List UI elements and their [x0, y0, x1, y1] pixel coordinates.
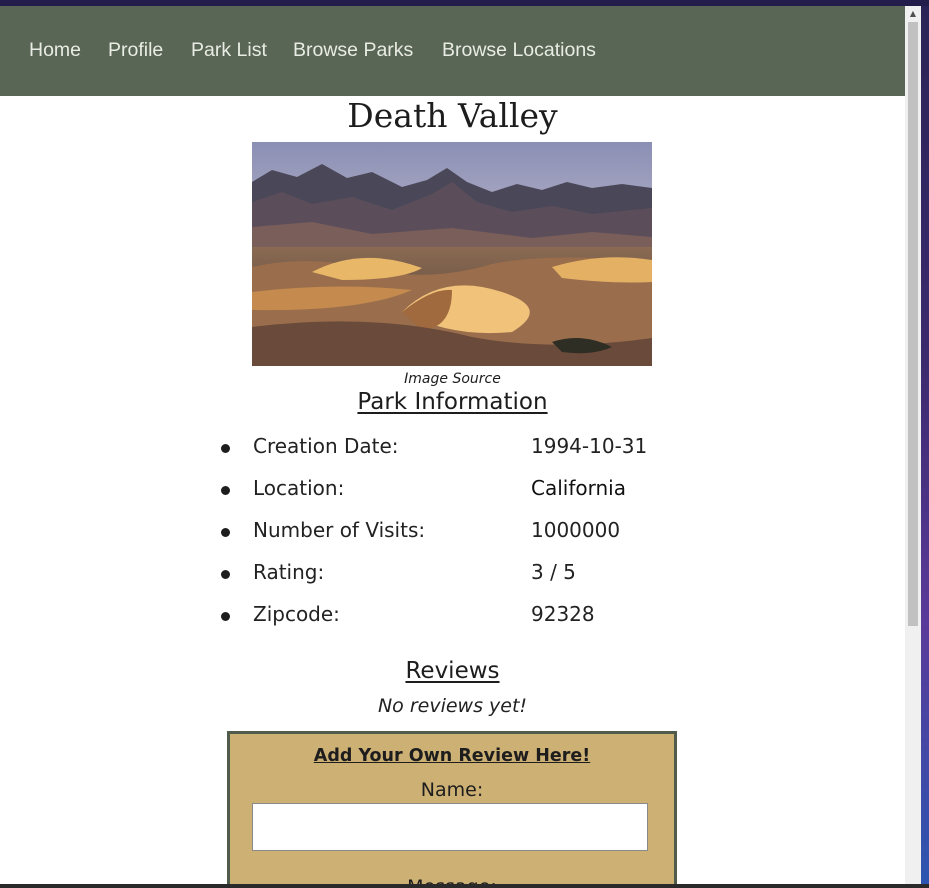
bullet-icon — [221, 612, 230, 621]
vertical-scrollbar[interactable]: ▲ — [905, 6, 921, 884]
info-row-creation-date: Creation Date: 1994-10-31 — [0, 434, 905, 464]
add-review-link[interactable]: Add Your Own Review Here! — [230, 746, 674, 766]
info-row-zipcode: Zipcode: 92328 — [0, 602, 905, 632]
info-row-rating: Rating: 3 / 5 — [0, 560, 905, 590]
reviews-heading: Reviews — [405, 658, 500, 684]
park-photo — [252, 142, 652, 366]
scrollbar-thumb[interactable] — [908, 22, 918, 626]
page-viewport: Home Profile Park List Browse Parks Brow… — [0, 6, 905, 884]
info-value: 3 / 5 — [531, 560, 576, 584]
bullet-icon — [221, 528, 230, 537]
review-form: Add Your Own Review Here! Name: Message: — [227, 731, 677, 884]
image-source-caption[interactable]: Image Source — [0, 371, 905, 387]
bullet-icon — [221, 486, 230, 495]
park-information-heading: Park Information — [357, 389, 548, 415]
info-row-visits: Number of Visits: 1000000 — [0, 518, 905, 548]
info-value: 92328 — [531, 602, 595, 626]
nav-link-park-list[interactable]: Park List — [191, 39, 267, 62]
nav-link-profile[interactable]: Profile — [108, 39, 163, 62]
page-title: Death Valley — [347, 96, 558, 135]
nav-link-browse-locations[interactable]: Browse Locations — [442, 39, 596, 62]
desktop-background-edge — [921, 6, 929, 888]
info-row-location: Location: California — [0, 476, 905, 506]
info-value-location-link[interactable]: California — [531, 476, 626, 500]
info-value: 1994-10-31 — [531, 434, 648, 458]
info-label: Number of Visits: — [253, 518, 426, 542]
name-label: Name: — [420, 779, 484, 801]
scroll-up-arrow-icon[interactable]: ▲ — [905, 8, 921, 20]
info-label: Creation Date: — [253, 434, 399, 458]
info-label: Zipcode: — [253, 602, 340, 626]
info-label: Rating: — [253, 560, 325, 584]
bullet-icon — [221, 444, 230, 453]
bullet-icon — [221, 570, 230, 579]
message-label: Message: — [230, 876, 674, 884]
no-reviews-text: No reviews yet! — [377, 695, 528, 717]
info-label: Location: — [253, 476, 345, 500]
nav-link-browse-parks[interactable]: Browse Parks — [293, 39, 413, 62]
name-input[interactable] — [252, 803, 648, 851]
nav-link-home[interactable]: Home — [29, 39, 81, 62]
info-value: 1000000 — [531, 518, 621, 542]
window-bottom-border — [0, 884, 929, 888]
top-navbar: Home Profile Park List Browse Parks Brow… — [0, 6, 905, 96]
